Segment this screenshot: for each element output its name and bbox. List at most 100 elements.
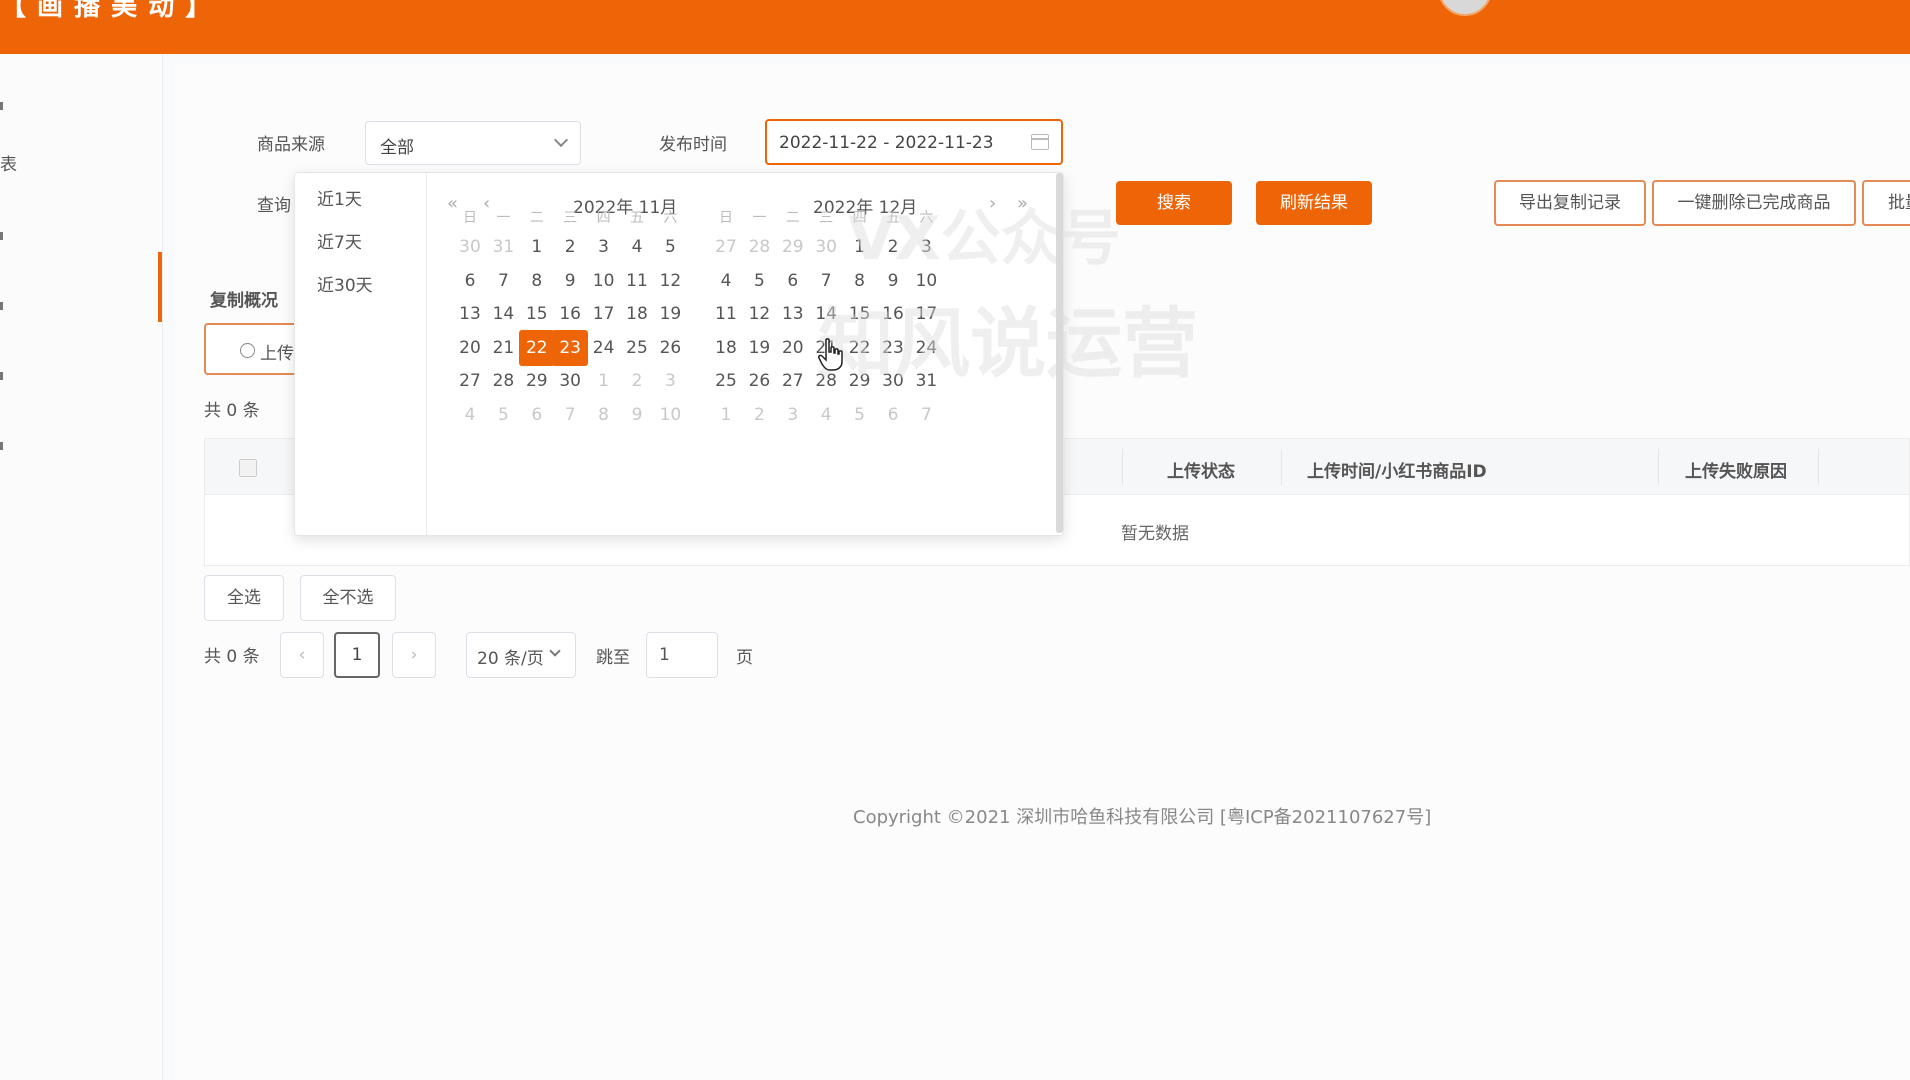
calendar-day[interactable]: 4 [619,229,655,265]
calendar-day[interactable]: 8 [586,397,622,433]
calendar-day[interactable]: 31 [908,363,944,399]
calendar-day[interactable]: 2 [741,397,777,433]
calendar-day[interactable]: 1 [519,229,555,265]
calendar-day[interactable]: 1 [586,363,622,399]
calendar-day[interactable]: 23 [875,330,911,366]
calendar-day[interactable]: 9 [552,263,588,299]
sidebar-item-1[interactable] [0,90,40,120]
calendar-day[interactable]: 29 [775,229,811,265]
calendar-day[interactable]: 4 [708,263,744,299]
calendar-day[interactable]: 28 [741,229,777,265]
calendar-day[interactable]: 6 [452,263,488,299]
calendar-day[interactable]: 4 [808,397,844,433]
calendar-day[interactable]: 13 [775,296,811,332]
export-records-button[interactable]: 导出复制记录 [1494,180,1646,226]
calendar-day[interactable]: 5 [741,263,777,299]
calendar-day[interactable]: 19 [652,296,688,332]
calendar-day[interactable]: 20 [775,330,811,366]
calendar-day[interactable]: 12 [652,263,688,299]
calendar-day[interactable]: 3 [586,229,622,265]
next-year-icon[interactable]: » [1017,193,1028,214]
calendar-day[interactable]: 18 [708,330,744,366]
search-button[interactable]: 搜索 [1116,181,1232,225]
calendar-day[interactable]: 11 [619,263,655,299]
calendar-day[interactable]: 7 [552,397,588,433]
calendar-day[interactable]: 29 [842,363,878,399]
calendar-day[interactable]: 18 [619,296,655,332]
calendar-day[interactable]: 27 [775,363,811,399]
next-month-icon[interactable]: › [989,193,996,214]
calendar-day[interactable]: 29 [519,363,555,399]
calendar-day[interactable]: 27 [452,363,488,399]
calendar-day[interactable]: 9 [619,397,655,433]
page-1-button[interactable]: 1 [334,632,380,678]
calendar-day[interactable]: 3 [908,229,944,265]
page-size-select[interactable]: 20 条/页 [466,632,576,678]
sidebar-item-5[interactable] [0,360,40,390]
select-none-button[interactable]: 全不选 [300,575,396,621]
calendar-day[interactable]: 31 [485,229,521,265]
refresh-results-button[interactable]: 刷新结果 [1256,181,1372,225]
calendar-day[interactable]: 3 [775,397,811,433]
calendar-day[interactable]: 27 [708,229,744,265]
calendar-day[interactable]: 24 [908,330,944,366]
calendar-day[interactable]: 17 [586,296,622,332]
date-range-input[interactable]: 2022-11-22 - 2022-11-23 [765,119,1063,165]
calendar-day[interactable]: 17 [908,296,944,332]
calendar-day[interactable]: 8 [842,263,878,299]
calendar-day[interactable]: 10 [586,263,622,299]
calendar-day[interactable]: 10 [908,263,944,299]
select-all-checkbox[interactable] [239,459,257,477]
calendar-day-selected[interactable]: 23 [552,329,589,366]
calendar-day[interactable]: 3 [652,363,688,399]
batch-button[interactable]: 批量 [1862,180,1910,226]
calendar-day[interactable]: 12 [741,296,777,332]
calendar-day[interactable]: 30 [808,229,844,265]
col-upload-status[interactable]: 上传状态 [1167,457,1235,482]
calendar-day[interactable]: 2 [619,363,655,399]
calendar-day[interactable]: 6 [519,397,555,433]
col-fail-reason[interactable]: 上传失败原因 [1685,457,1787,482]
calendar-day[interactable]: 1 [842,229,878,265]
shortcut-last-30-days[interactable]: 近30天 [317,271,373,296]
calendar-day[interactable]: 6 [875,397,911,433]
jump-page-input[interactable] [646,632,718,678]
delete-completed-button[interactable]: 一键删除已完成商品 [1652,180,1856,226]
calendar-day[interactable]: 10 [652,397,688,433]
calendar-day[interactable]: 28 [485,363,521,399]
calendar-day[interactable]: 16 [552,296,588,332]
calendar-day[interactable]: 19 [741,330,777,366]
prev-page-button[interactable]: ‹ [280,632,324,678]
calendar-day[interactable]: 13 [452,296,488,332]
calendar-day[interactable]: 2 [875,229,911,265]
calendar-day[interactable]: 14 [808,296,844,332]
sidebar-item-3[interactable] [0,220,40,250]
calendar-day[interactable]: 9 [875,263,911,299]
calendar-day[interactable]: 30 [552,363,588,399]
sidebar-item-4[interactable] [0,290,40,320]
calendar-day[interactable]: 2 [552,229,588,265]
col-upload-time[interactable]: 上传时间/小红书商品ID [1307,457,1487,482]
calendar-day[interactable]: 5 [842,397,878,433]
calendar-day[interactable]: 11 [708,296,744,332]
calendar-day[interactable]: 7 [485,263,521,299]
calendar-day[interactable]: 26 [652,330,688,366]
calendar-day[interactable]: 7 [808,263,844,299]
calendar-day[interactable]: 25 [708,363,744,399]
next-page-button[interactable]: › [392,632,436,678]
calendar-day[interactable]: 1 [708,397,744,433]
calendar-day[interactable]: 5 [652,229,688,265]
calendar-day[interactable]: 30 [452,229,488,265]
calendar-day[interactable]: 30 [875,363,911,399]
calendar-day[interactable]: 8 [519,263,555,299]
calendar-day[interactable]: 14 [485,296,521,332]
picker-scrollbar[interactable] [1056,173,1063,533]
select-all-button[interactable]: 全选 [204,575,284,621]
shortcut-last-1-day[interactable]: 近1天 [317,185,362,210]
calendar-day[interactable]: 4 [452,397,488,433]
sidebar-item-2[interactable]: 表 [0,150,40,180]
calendar-day[interactable]: 15 [842,296,878,332]
calendar-day[interactable]: 16 [875,296,911,332]
calendar-day[interactable]: 20 [452,330,488,366]
calendar-day-selected[interactable]: 22 [518,329,555,366]
